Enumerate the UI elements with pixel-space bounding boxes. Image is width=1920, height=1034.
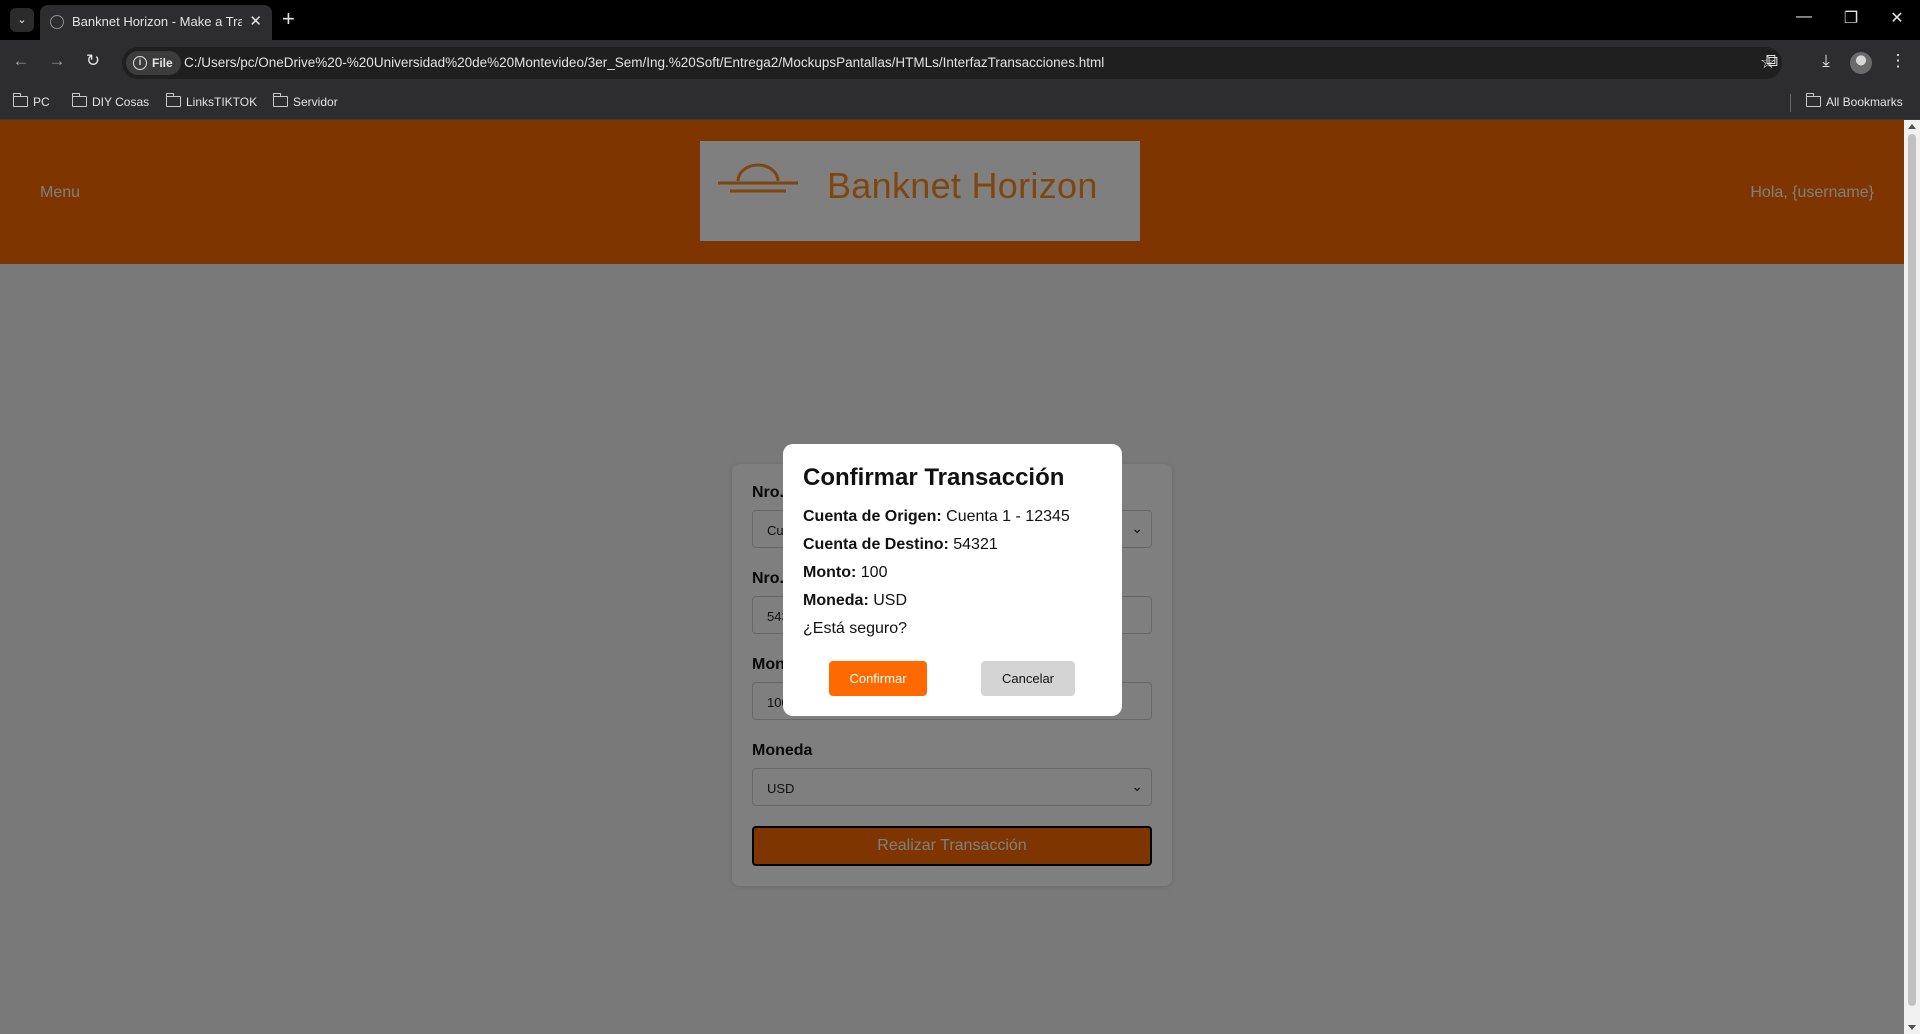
page-scrollbar[interactable] [1904,120,1920,1034]
bookmark-folder-diy[interactable]: DIY Cosas [71,93,150,109]
modal-question: ¿Está seguro? [803,620,908,637]
folder-icon [165,93,181,107]
info-icon: i [133,56,147,70]
modal-origin-value: Cuenta 1 - 12345 [946,508,1070,525]
back-button[interactable]: ← [9,51,33,71]
bookmark-label: DIY Cosas [92,95,150,109]
modal-origin-row: Cuenta de Origen: Cuenta 1 - 12345 [803,508,1102,536]
bookmark-folder-pc[interactable]: PC [12,93,50,109]
modal-currency-row: Moneda: USD [803,592,1102,620]
downloads-icon[interactable]: ⤓ [1814,51,1838,71]
profile-avatar[interactable] [1850,52,1872,74]
close-tab-icon[interactable]: ✕ [249,12,262,30]
modal-dest-value: 54321 [953,536,998,553]
forward-button[interactable]: → [45,51,69,71]
modal-dest-label: Cuenta de Destino: [803,536,949,553]
browser-tab[interactable]: Banknet Horizon - Make a Transaction ✕ [40,5,272,40]
minimize-window-button[interactable]: — [1794,8,1814,26]
site-info-chip[interactable]: i File [126,51,181,75]
scroll-thumb[interactable] [1908,134,1916,1006]
folder-icon [12,93,28,107]
bookmark-folder-links[interactable]: LinksTIKTOK [165,93,258,109]
all-bookmarks-button[interactable]: All Bookmarks [1805,93,1903,109]
modal-amount-value: 100 [860,564,888,581]
url-text: C:/Users/pc/OneDrive%20-%20Universidad%2… [184,55,1105,70]
restore-window-button[interactable]: ❐ [1841,8,1861,28]
scroll-up-arrow-icon[interactable] [1908,124,1916,129]
bookmark-folder-servidor[interactable]: Servidor [272,93,338,109]
modal-currency-value: USD [873,592,908,609]
extensions-icon[interactable]: ⧉ [1760,51,1784,71]
bookmarks-divider [1790,94,1791,112]
bookmark-label: LinksTIKTOK [186,95,258,109]
globe-icon [50,15,64,29]
page-viewport: Menu Banknet Horizon Hola, {username} Nr… [0,120,1904,1034]
modal-currency-label: Moneda: [803,592,869,609]
file-chip-label: File [152,56,173,70]
folder-icon [272,93,288,107]
tab-title: Banknet Horizon - Make a Transaction [72,14,242,29]
scroll-down-arrow-icon[interactable] [1908,1025,1916,1030]
modal-origin-label: Cuenta de Origen: [803,508,942,525]
folder-icon [71,93,87,107]
confirm-button[interactable]: Confirmar [829,661,927,696]
bookmark-label: All Bookmarks [1826,95,1903,109]
tab-search-button[interactable]: ⌄ [10,8,34,32]
bookmark-label: Servidor [293,95,338,109]
more-menu-icon[interactable]: ⋮ [1886,51,1910,71]
browser-toolbar: ← → ↻ i File C:/Users/pc/OneDrive%20-%20… [0,40,1920,86]
modal-amount-label: Monto: [803,564,857,581]
modal-dest-row: Cuenta de Destino: 54321 [803,536,1102,564]
address-bar[interactable]: i File C:/Users/pc/OneDrive%20-%20Univer… [122,47,1782,79]
folder-icon [1805,93,1821,107]
bookmark-label: PC [33,95,50,109]
modal-title: Confirmar Transacción [803,464,1065,491]
new-tab-button[interactable]: + [282,6,295,32]
modal-amount-row: Monto: 100 [803,564,1102,592]
close-window-button[interactable]: ✕ [1887,8,1907,28]
confirm-transaction-modal: Confirmar Transacción Cuenta de Origen: … [783,444,1122,716]
reload-button[interactable]: ↻ [81,51,105,71]
bookmarks-bar: PC DIY Cosas LinksTIKTOK Servidor All Bo… [0,86,1920,120]
browser-tab-strip: ⌄ Banknet Horizon - Make a Transaction ✕… [0,0,1920,40]
cancel-button[interactable]: Cancelar [981,661,1075,696]
